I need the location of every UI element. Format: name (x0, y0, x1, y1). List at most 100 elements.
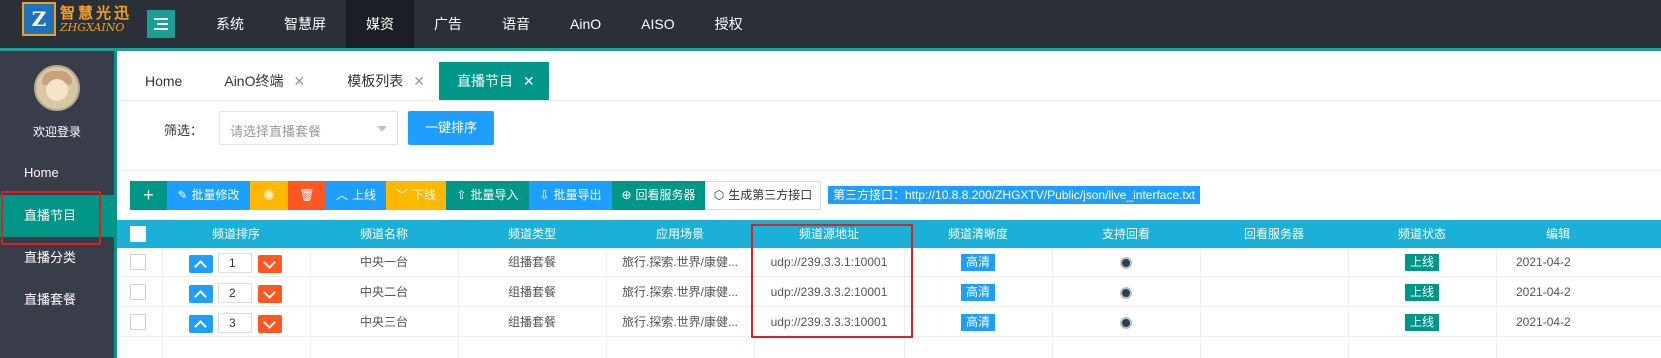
logo[interactable]: Z 智慧光迅 ZHGXAINO (22, 2, 137, 46)
column-divider (162, 248, 163, 358)
nav-item-license[interactable]: 授权 (695, 0, 763, 48)
channel-type: 组播套餐 (507, 285, 556, 299)
close-icon[interactable]: ✕ (523, 62, 535, 100)
section-divider (117, 170, 1661, 171)
cube-icon: ⬡ (713, 188, 725, 202)
batch-edit-button[interactable]: ✎ 批量修改 (167, 181, 250, 210)
channel-scene: 旅行.探索.世界/康健... (621, 285, 738, 299)
channel-name: 中央三台 (359, 315, 408, 329)
upload-icon: ⇧ (456, 188, 467, 202)
playback-radio[interactable] (1120, 316, 1132, 329)
order-input[interactable]: 1 (218, 253, 252, 273)
move-down-button[interactable] (258, 315, 282, 333)
download-icon: ⇩ (539, 188, 550, 202)
batch-import-button[interactable]: ⇧ 批量导入 (446, 181, 529, 210)
sidebar-item-home[interactable]: Home (0, 152, 114, 194)
header-playback-server[interactable]: 回看服务器 (1200, 220, 1348, 248)
move-up-button[interactable] (189, 315, 213, 333)
delete-button[interactable]: 🗑 (288, 181, 326, 210)
edit-time: 2021-04-2 (1516, 315, 1571, 329)
header-order[interactable]: 频道排序 (162, 220, 310, 248)
menu-toggle-icon[interactable] (147, 10, 175, 38)
offline-button[interactable]: ﹀ 下线 (386, 181, 446, 210)
tab-home[interactable]: Home (117, 62, 196, 100)
edit-time: 2021-04-2 (1516, 285, 1571, 299)
nav-item-media[interactable]: 媒资 (346, 0, 414, 48)
nav-item-ads[interactable]: 广告 (414, 0, 482, 48)
status-badge[interactable]: 上线 (1404, 254, 1439, 271)
avatar[interactable] (34, 65, 80, 111)
quality-cell: 高清 (904, 308, 1052, 337)
tab-template-list[interactable]: 模板列表 ✕ (319, 62, 439, 100)
column-divider (1496, 248, 1497, 358)
tab-bar: Home AinO终端 ✕ 模板列表 ✕ 直播节目 ✕ (117, 62, 549, 100)
quality-cell: 高清 (904, 248, 1052, 277)
row-checkbox[interactable] (130, 314, 146, 330)
nav-item-aiso[interactable]: AISO (621, 0, 694, 48)
action-toolbar: + ✎ 批量修改 ✺ 🗑 ︿ 上线 ﹀ 下线 ⇧ 批量导入 ⇩ 批量导出 ⊕ 回看服务器 ⬡… (130, 181, 821, 210)
status-cell: 上线 (1348, 278, 1496, 307)
tab-label: 直播节目 (456, 73, 513, 89)
playback-cell (1052, 308, 1200, 337)
topbar-accent-line (0, 48, 1661, 51)
channel-name: 中央一台 (359, 255, 408, 269)
pencil-icon: ✎ (177, 188, 188, 202)
playback-server-button[interactable]: ⊕ 回看服务器 (612, 181, 705, 210)
status-cell: 上线 (1348, 248, 1496, 277)
row-checkbox[interactable] (130, 284, 146, 300)
sidebar-item-live-packages[interactable]: 直播套餐 (0, 279, 114, 321)
move-up-button[interactable] (189, 255, 213, 273)
batch-export-button[interactable]: ⇩ 批量导出 (529, 181, 612, 210)
tab-label: AinO终端 (224, 73, 284, 89)
row-checkbox[interactable] (130, 254, 146, 270)
order-input[interactable]: 3 (218, 313, 252, 333)
nav-item-system[interactable]: 系统 (196, 0, 264, 48)
header-quality[interactable]: 频道清晰度 (904, 220, 1052, 248)
online-button[interactable]: ︿ 上线 (326, 181, 386, 210)
quality-badge: 高清 (960, 314, 995, 331)
playback-radio[interactable] (1120, 286, 1132, 299)
move-down-button[interactable] (258, 285, 282, 303)
header-scene[interactable]: 应用场景 (606, 220, 754, 248)
nav-item-aino[interactable]: AinO (550, 0, 621, 48)
nav-item-voice[interactable]: 语音 (482, 0, 550, 48)
spinner-icon: ✺ (263, 187, 275, 203)
status-badge[interactable]: 上线 (1404, 314, 1439, 331)
close-icon[interactable]: ✕ (413, 62, 425, 100)
playback-cell (1052, 278, 1200, 307)
status-badge[interactable]: 上线 (1404, 284, 1439, 301)
one-click-sort-button[interactable]: 一键排序 (408, 111, 494, 145)
column-divider (310, 248, 311, 358)
tab-aino-terminal[interactable]: AinO终端 ✕ (196, 62, 319, 100)
loading-button[interactable]: ✺ (250, 181, 288, 210)
channel-name: 中央二台 (359, 285, 408, 299)
third-party-api-url[interactable]: 第三方接口：http://10.8.8.200/ZHGXTV/Public/js… (828, 186, 1201, 204)
batch-export-label: 批量导出 (553, 188, 602, 202)
package-select-placeholder: 请选择直播套餐 (230, 124, 322, 139)
close-icon[interactable]: ✕ (293, 62, 305, 100)
playback-cell (1052, 248, 1200, 277)
move-down-button[interactable] (258, 255, 282, 273)
filter-label: 筛选： (164, 123, 204, 138)
tab-live-programs[interactable]: 直播节目 ✕ (438, 62, 549, 100)
header-name[interactable]: 频道名称 (310, 220, 458, 248)
nav-item-smart-screen[interactable]: 智慧屏 (264, 0, 346, 48)
generate-third-party-api-button[interactable]: ⬡ 生成第三方接口 (705, 181, 821, 210)
add-button[interactable]: + (130, 181, 167, 210)
header-status[interactable]: 频道状态 (1348, 220, 1496, 248)
tab-divider (117, 100, 1661, 101)
header-edit[interactable]: 编辑 (1496, 220, 1661, 248)
logo-cn-text: 智慧光迅 (60, 4, 133, 22)
package-select[interactable]: 请选择直播套餐 (219, 111, 398, 145)
generate-third-party-api-label: 生成第三方接口 (728, 188, 813, 202)
playback-radio[interactable] (1120, 256, 1132, 269)
top-bar: Z 智慧光迅 ZHGXAINO 系统 智慧屏 媒资 广告 语音 AinO AIS… (0, 0, 1661, 48)
header-type[interactable]: 频道类型 (458, 220, 606, 248)
quality-cell: 高清 (904, 278, 1052, 307)
move-up-button[interactable] (189, 285, 213, 303)
header-playback[interactable]: 支持回看 (1052, 220, 1200, 248)
channel-scene: 旅行.探索.世界/康健... (621, 255, 738, 269)
order-input[interactable]: 2 (218, 283, 252, 303)
select-all-checkbox[interactable] (130, 226, 146, 242)
tab-label: Home (145, 73, 183, 89)
